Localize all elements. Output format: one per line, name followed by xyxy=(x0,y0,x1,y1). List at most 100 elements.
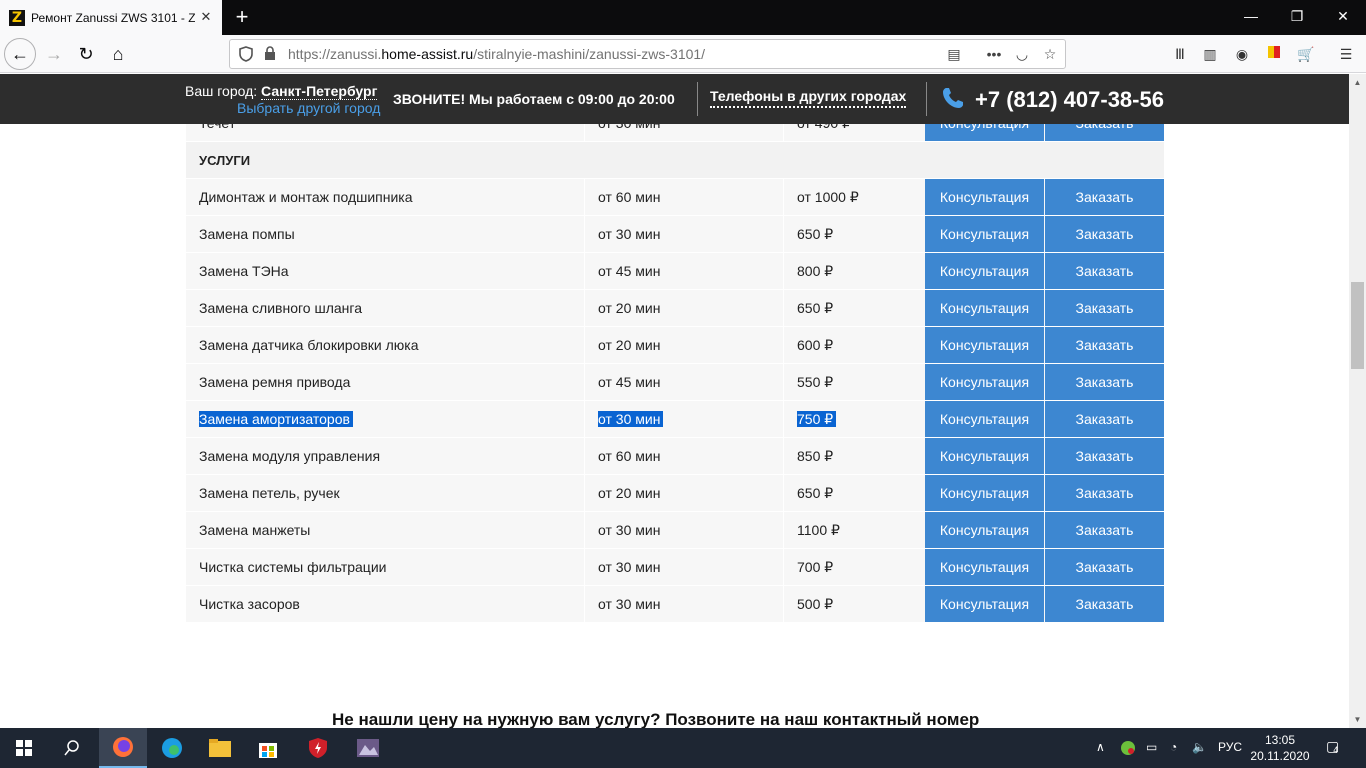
consult-button[interactable]: Консультация xyxy=(925,179,1044,215)
order-button[interactable]: Заказать xyxy=(1045,179,1164,215)
tray-overflow-icon[interactable]: ∧ xyxy=(1096,740,1105,754)
store-icon[interactable] xyxy=(244,728,292,768)
consult-button[interactable]: Консультация xyxy=(925,253,1044,289)
pocket-icon[interactable]: ◡ xyxy=(1014,46,1030,62)
file-explorer-icon[interactable] xyxy=(196,728,244,768)
consult-button[interactable]: Консультация xyxy=(925,401,1044,437)
shield-icon[interactable] xyxy=(238,46,254,62)
service-name: Чистка засоров xyxy=(199,596,300,612)
phone-number-link[interactable]: +7 (812) 407-38-56 xyxy=(975,87,1164,113)
column-divider xyxy=(584,253,585,289)
order-button[interactable]: Заказать xyxy=(1045,438,1164,474)
bookmark-star-icon[interactable]: ☆ xyxy=(1042,46,1058,62)
order-button[interactable]: Заказать xyxy=(1045,475,1164,511)
tray-app-icon[interactable] xyxy=(1120,740,1136,759)
order-button[interactable]: Заказать xyxy=(1045,216,1164,252)
restore-icon[interactable]: ❐ xyxy=(1274,0,1320,35)
battery-icon[interactable]: ▭ xyxy=(1146,740,1157,754)
service-name: Замена петель, ручек xyxy=(199,485,340,501)
scroll-thumb[interactable] xyxy=(1351,282,1364,369)
service-price: 650 ₽ xyxy=(797,300,834,316)
url-bar[interactable]: https://zanussi.home-assist.ru/stiralnyi… xyxy=(229,39,1066,69)
order-button[interactable]: Заказать xyxy=(1045,253,1164,289)
table-row: Чистка системы фильтрации от 30 мин 700 ₽ К… xyxy=(186,549,1164,586)
service-time: от 30 мин xyxy=(598,124,660,141)
menu-icon[interactable]: ☰ xyxy=(1336,44,1356,64)
column-divider xyxy=(584,549,585,585)
forward-icon[interactable]: → xyxy=(38,38,70,70)
reload-icon[interactable]: ↻ xyxy=(70,38,102,70)
order-button[interactable]: Заказать xyxy=(1045,327,1164,363)
order-button[interactable]: Заказать xyxy=(1045,549,1164,585)
lock-icon[interactable] xyxy=(262,46,278,62)
sidebar-icon[interactable]: ▥ xyxy=(1200,44,1220,64)
order-button[interactable]: Заказать xyxy=(1045,512,1164,548)
search-icon[interactable] xyxy=(48,728,96,768)
network-icon[interactable]: ◔ xyxy=(1170,740,1177,754)
other-cities-phones-link[interactable]: Телефоны в других городах xyxy=(710,88,907,108)
order-button[interactable]: Заказать xyxy=(1045,401,1164,437)
consult-button[interactable]: Консультация xyxy=(925,438,1044,474)
column-divider xyxy=(584,438,585,474)
city-name[interactable]: Санкт-Петербург xyxy=(261,83,378,100)
service-name: Димонтаж и монтаж подшипника xyxy=(199,189,413,205)
url-text[interactable]: https://zanussi.home-assist.ru/stiralnyi… xyxy=(288,46,705,62)
language-indicator[interactable]: РУС xyxy=(1218,740,1242,754)
change-city-link[interactable]: Выбрать другой город xyxy=(237,100,380,116)
back-icon[interactable]: ← xyxy=(4,38,36,70)
browser-tab[interactable]: Z Ремонт Zanussi ZWS 3101 - Za ✕ xyxy=(0,0,222,35)
consult-button[interactable]: Консультация xyxy=(925,586,1044,622)
order-button[interactable]: Заказать xyxy=(1045,364,1164,400)
consult-button[interactable]: Консультация xyxy=(925,327,1044,363)
order-button[interactable]: Заказать xyxy=(1045,124,1164,141)
notification-center-icon[interactable]: ▢4 xyxy=(1326,738,1344,755)
volume-icon[interactable]: 🔈 xyxy=(1192,740,1207,754)
service-name: Чистка системы фильтрации xyxy=(199,559,387,575)
order-button[interactable]: Заказать xyxy=(1045,586,1164,622)
minimize-icon[interactable]: — xyxy=(1228,0,1274,35)
firefox-icon[interactable] xyxy=(99,728,147,768)
column-divider xyxy=(783,216,784,252)
consult-button[interactable]: Консультация xyxy=(925,124,1044,141)
tab-close-icon[interactable]: ✕ xyxy=(198,9,214,25)
consult-button[interactable]: Консультация xyxy=(925,290,1044,326)
page-actions-icon[interactable]: ••• xyxy=(986,46,1002,62)
column-divider xyxy=(783,512,784,548)
library-icon[interactable]: Ⅲ xyxy=(1170,44,1190,64)
table-row: Замена амортизаторов от 30 мин 750 ₽ Консул… xyxy=(186,401,1164,438)
extension-flag-icon[interactable] xyxy=(1264,44,1284,64)
scroll-down-icon[interactable]: ▼ xyxy=(1349,711,1366,728)
order-button[interactable]: Заказать xyxy=(1045,290,1164,326)
cart-extension-icon[interactable]: 🛒 xyxy=(1296,44,1316,64)
column-divider xyxy=(783,549,784,585)
media-app-icon[interactable] xyxy=(344,728,392,768)
consult-button[interactable]: Консультация xyxy=(925,364,1044,400)
tab-title: Ремонт Zanussi ZWS 3101 - Za xyxy=(31,10,195,25)
scroll-up-icon[interactable]: ▲ xyxy=(1349,74,1366,91)
account-icon[interactable]: ◉ xyxy=(1232,44,1252,64)
consult-button[interactable]: Консультация xyxy=(925,475,1044,511)
column-divider xyxy=(783,327,784,363)
window-close-icon[interactable]: ✕ xyxy=(1320,0,1366,35)
reader-view-icon[interactable]: ▤ xyxy=(946,46,962,62)
service-time: от 30 мин xyxy=(598,559,661,575)
taskbar: ∧ ▭ ◔ 🔈 РУС 13:05 20.11.2020 ▢4 xyxy=(0,728,1366,768)
page-scrollbar[interactable]: ▲ ▼ xyxy=(1349,74,1366,728)
table-row: Замена помпы от 30 мин 650 ₽ Консультация За… xyxy=(186,216,1164,253)
service-name: Замена модуля управления xyxy=(199,448,381,464)
clock[interactable]: 13:05 20.11.2020 xyxy=(1250,732,1310,764)
service-price: 650 ₽ xyxy=(797,485,834,501)
home-icon[interactable]: ⌂ xyxy=(102,38,134,70)
service-time: от 20 мин xyxy=(598,300,661,316)
consult-button[interactable]: Консультация xyxy=(925,549,1044,585)
site-header: Ваш город: Санкт-Петербург Выбрать друго… xyxy=(0,74,1349,124)
service-name: Замена ремня привода xyxy=(199,374,351,390)
security-app-icon[interactable] xyxy=(294,728,342,768)
consult-button[interactable]: Консультация xyxy=(925,216,1044,252)
edge-icon[interactable] xyxy=(148,728,196,768)
new-tab-icon[interactable]: + xyxy=(230,5,254,29)
column-divider xyxy=(783,401,784,437)
windows-start-icon[interactable] xyxy=(0,728,48,768)
service-name: Течёт xyxy=(199,124,236,141)
consult-button[interactable]: Консультация xyxy=(925,512,1044,548)
